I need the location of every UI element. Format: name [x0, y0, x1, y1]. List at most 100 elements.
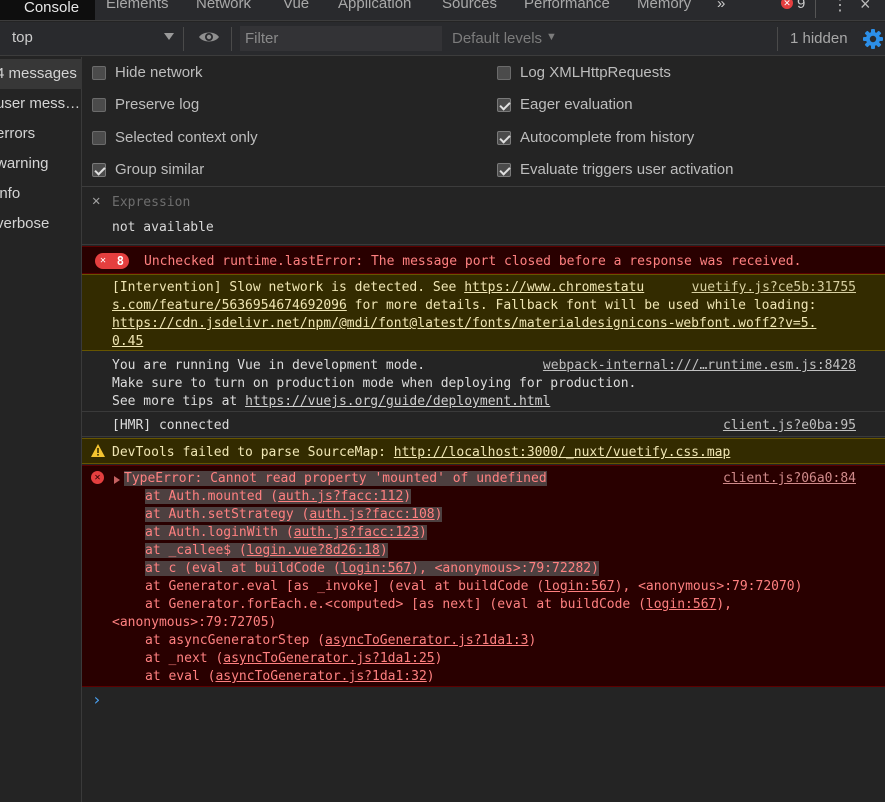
message-link[interactable]: 0.45 [112, 334, 143, 349]
error-count[interactable]: 9 [797, 0, 805, 12]
caret-down-icon[interactable]: ▼ [546, 31, 557, 43]
error-count-icon[interactable]: ✕ [781, 0, 793, 9]
eye-icon[interactable] [198, 30, 220, 44]
message-link[interactable]: https://vuejs.org/guide/deployment.html [245, 394, 550, 409]
live-expression: ✕ Expression not available [82, 188, 885, 245]
sidebar-item-messages[interactable]: 4 messages [0, 59, 82, 89]
sidebar-item-user-messages[interactable]: user mess… [0, 89, 82, 119]
stack-frame: at c (eval at buildCode (login:567), <an… [145, 561, 599, 576]
message-link[interactable]: http://localhost:3000/_nuxt/vuetify.css.… [394, 445, 731, 460]
toolbar-divider [777, 27, 778, 51]
tabbar-divider [815, 0, 816, 18]
stack-frame: at Generator.eval [as _invoke] (eval at … [145, 579, 803, 594]
setting-eager-evaluation[interactable]: Eager evaluation [497, 96, 633, 113]
checkbox[interactable] [497, 65, 511, 80]
stack-frame: at _next (asyncToGenerator.js?1da1:25) [145, 651, 443, 666]
tab-performance[interactable]: Performance [524, 0, 610, 12]
checkbox[interactable] [92, 162, 106, 177]
stack-frame-link[interactable]: login:567 [646, 597, 716, 612]
setting-log-xmlhttprequests[interactable]: Log XMLHttpRequests [497, 64, 671, 81]
console-sidebar: 4 messages user mess… errors warning inf… [0, 57, 82, 802]
message-link[interactable]: https://cdn.jsdelivr.net/npm/@mdi/font@l… [112, 316, 816, 331]
sidebar-item-verbose[interactable]: verbose [0, 209, 82, 239]
stack-frame: at Auth.mounted (auth.js?facc:112) [145, 489, 412, 504]
warning-icon [91, 444, 105, 457]
log-levels-dropdown[interactable]: Default levels [452, 30, 542, 47]
stack-frame-link[interactable]: asyncToGenerator.js?1da1:25 [223, 651, 434, 666]
stack-frame: at eval (asyncToGenerator.js?1da1:32) [145, 669, 435, 684]
message-line: 0.45 [112, 334, 143, 349]
checkbox[interactable] [92, 97, 106, 112]
tab-console[interactable]: Console [0, 0, 96, 20]
setting-hide-network[interactable]: Hide network [92, 64, 203, 81]
tab-application[interactable]: Application [338, 0, 411, 12]
context-selector[interactable]: top [12, 29, 33, 46]
console-toolbar: top Default levels ▼ 1 hidden [0, 22, 885, 56]
checkbox[interactable] [497, 97, 511, 112]
stack-frame-link[interactable]: login:567 [341, 561, 411, 576]
stack-frame: at _callee$ (login.vue?8d26:18) [145, 543, 388, 558]
tab-vue[interactable]: Vue [283, 0, 309, 12]
checkbox[interactable] [92, 130, 106, 145]
close-icon[interactable]: × [860, 0, 871, 15]
stack-frame-link[interactable]: asyncToGenerator.js?1da1:32 [215, 669, 426, 684]
checkbox[interactable] [497, 162, 511, 177]
message-line: You are running Vue in development mode. [112, 358, 426, 373]
live-expression-value: not available [112, 220, 214, 235]
stack-frame-link[interactable]: login.vue?8d26:18 [247, 543, 380, 558]
expand-triangle-icon[interactable] [114, 476, 120, 484]
setting-evaluate-triggers-user-activation[interactable]: Evaluate triggers user activation [497, 161, 733, 178]
source-link[interactable]: vuetify.js?ce5b:31755 [692, 280, 856, 295]
setting-preserve-log[interactable]: Preserve log [92, 96, 199, 113]
message-text: [HMR] connected [112, 418, 230, 433]
stack-frame: at asyncGeneratorStep (asyncToGenerator.… [145, 633, 537, 648]
hidden-count: 1 hidden [790, 30, 848, 47]
source-link[interactable]: client.js?06a0:84 [723, 471, 856, 486]
setting-selected-context-only[interactable]: Selected context only [92, 129, 258, 146]
message-link[interactable]: https://www.chromestatu [464, 280, 644, 295]
message-line: s.com/feature/5636954674692096 for more … [112, 298, 817, 313]
checkbox[interactable] [92, 65, 106, 80]
stack-frame-link[interactable]: auth.js?facc:123 [294, 525, 419, 540]
stack-frame-link[interactable]: auth.js?facc:108 [309, 507, 434, 522]
console-message-log: [HMR] connected client.js?e0ba:95 [82, 413, 885, 437]
source-link[interactable]: webpack-internal:///…runtime.esm.js:8428 [543, 358, 856, 373]
more-tabs-button[interactable]: » [717, 0, 725, 12]
message-text: Unchecked runtime.lastError: The message… [144, 254, 802, 269]
stack-frame: at Auth.setStrategy (auth.js?facc:108) [145, 507, 443, 522]
console-output: ✕ Expression not available ✕ 8 Unchecked … [82, 188, 885, 802]
toolbar-divider [231, 27, 232, 51]
sidebar-item-errors[interactable]: errors [0, 119, 82, 149]
error-icon: ✕ [100, 255, 107, 266]
chevron-down-icon[interactable] [164, 33, 174, 40]
devtools-tab-bar: Console Elements Network Vue Application… [0, 0, 885, 21]
message-line: https://cdn.jsdelivr.net/npm/@mdi/font@l… [112, 316, 816, 331]
console-message-error: ✕ client.js?06a0:84 TypeError: Cannot re… [82, 465, 885, 687]
message-line: See more tips at https://vuejs.org/guide… [112, 394, 551, 409]
stack-frame-link[interactable]: login:567 [544, 579, 614, 594]
sidebar-item-info[interactable]: info [0, 179, 82, 209]
setting-group-similar[interactable]: Group similar [92, 161, 204, 178]
console-message-info: You are running Vue in development mode.… [82, 352, 885, 412]
console-prompt-icon[interactable]: › [92, 690, 102, 709]
tab-network[interactable]: Network [196, 0, 251, 12]
live-expression-input[interactable]: Expression [112, 195, 190, 210]
stack-frame-link[interactable]: auth.js?facc:112 [278, 489, 403, 504]
message-link[interactable]: s.com/feature/5636954674692096 [112, 298, 347, 313]
gear-icon[interactable] [862, 28, 884, 50]
sidebar-item-warnings[interactable]: warning [0, 149, 82, 179]
message-text: DevTools failed to parse SourceMap: http… [112, 445, 731, 460]
kebab-menu-icon[interactable]: ⋮ [832, 0, 848, 15]
console-settings: Hide network Preserve log Selected conte… [82, 57, 885, 187]
checkbox[interactable] [497, 130, 511, 145]
stack-frame-link[interactable]: asyncToGenerator.js?1da1:3 [325, 633, 529, 648]
tab-sources[interactable]: Sources [442, 0, 497, 12]
source-link[interactable]: client.js?e0ba:95 [723, 418, 856, 433]
console-message-error: ✕ 8 Unchecked runtime.lastError: The mess… [82, 246, 885, 274]
close-icon[interactable]: ✕ [92, 193, 100, 209]
tab-elements[interactable]: Elements [106, 0, 169, 12]
filter-input[interactable] [240, 26, 442, 51]
tab-memory[interactable]: Memory [637, 0, 691, 12]
error-title: TypeError: Cannot read property 'mounted… [124, 471, 547, 486]
setting-autocomplete-from-history[interactable]: Autocomplete from history [497, 129, 694, 146]
